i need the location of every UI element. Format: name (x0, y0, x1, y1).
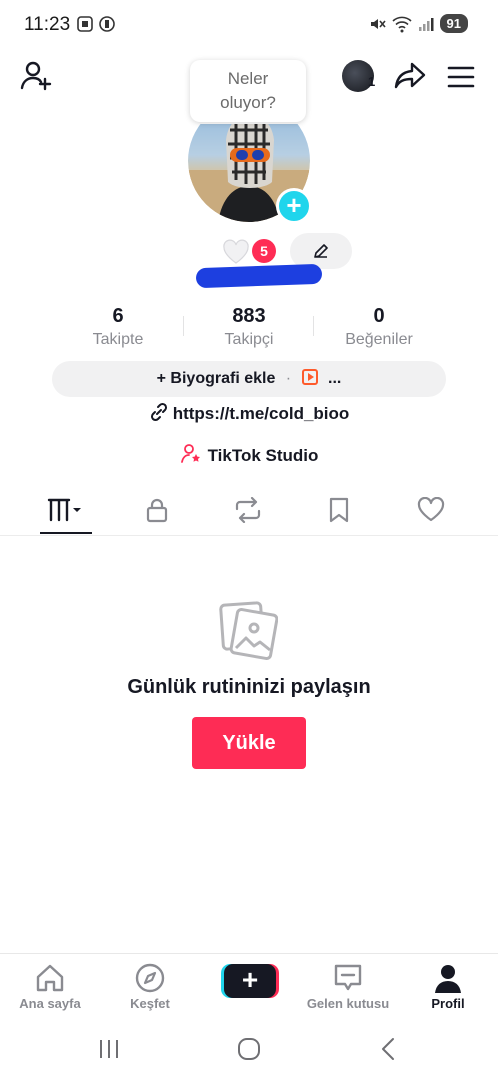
profile-tabs (0, 486, 498, 536)
status-bar: 11:23 91 (0, 0, 498, 50)
add-bio-label: + Biyografi ekle (156, 370, 276, 387)
home-icon (36, 964, 64, 992)
nav-discover-label: Keşfet (130, 996, 170, 1011)
status-left-icons (76, 15, 116, 33)
status-time: 11:23 (24, 14, 71, 35)
stat-divider (183, 316, 184, 336)
stat-following-value: 6 (112, 305, 124, 327)
create-button[interactable]: + (221, 964, 279, 998)
tab-reposts[interactable] (203, 486, 293, 534)
system-navigation (0, 1023, 498, 1080)
stat-following[interactable]: 6 Takipte (58, 302, 178, 350)
home-button-icon[interactable] (236, 1037, 262, 1061)
add-bio-button[interactable]: + Biyografi ekle · ... (52, 361, 446, 397)
lock-icon (146, 498, 168, 523)
upload-button[interactable]: Yükle (192, 717, 306, 769)
profile-stats: 6 Takipte 883 Takipçi 0 Beğeniler (0, 302, 498, 352)
bio-separator: · (285, 370, 292, 387)
video-play-icon (301, 369, 318, 385)
stat-followers[interactable]: 883 Takipçi (189, 302, 309, 350)
repost-icon (235, 497, 261, 523)
bubble-line-1: Neler (227, 69, 269, 88)
empty-state-title: Günlük rutininizi paylaşın (127, 676, 371, 698)
nav-profile-label: Profil (431, 996, 465, 1011)
tab-private[interactable] (112, 486, 202, 534)
screenshot-icon (77, 16, 93, 32)
share-icon[interactable] (392, 58, 428, 94)
status-right: 91 (368, 14, 468, 33)
bottom-nav: Ana sayfa Keşfet + Gelen kutusu Profil (0, 953, 498, 1023)
link-icon (150, 402, 167, 422)
heart-badge-icon[interactable] (222, 239, 250, 265)
photo-placeholder-icon (219, 601, 278, 661)
bio-more: ... (328, 370, 342, 387)
back-icon[interactable] (376, 1037, 402, 1061)
menu-icon[interactable] (444, 60, 478, 94)
stat-following-label: Takipte (92, 331, 144, 348)
wifi-icon (391, 16, 412, 32)
sim-icon (99, 16, 115, 32)
nav-discover[interactable]: Keşfet (100, 954, 200, 1024)
mute-icon (370, 18, 386, 29)
stat-likes-label: Beğeniler (345, 331, 413, 348)
tiktok-studio-label: TikTok Studio (207, 446, 319, 465)
pencil-icon (314, 244, 328, 258)
stat-followers-value: 883 (232, 305, 266, 327)
stat-divider (313, 316, 314, 336)
battery-level: 91 (439, 14, 468, 33)
recent-apps-icon[interactable] (96, 1037, 122, 1061)
bubble-line-2: oluyor? (220, 93, 276, 112)
tab-liked[interactable] (386, 486, 476, 534)
nav-home-label: Ana sayfa (19, 996, 81, 1011)
stat-likes[interactable]: 0 Beğeniler (319, 302, 439, 350)
stat-likes-value: 0 (373, 305, 385, 327)
profile-link[interactable]: https://t.me/cold_bioo (0, 401, 498, 427)
plus-icon: + (224, 964, 276, 998)
heart-icon (417, 497, 445, 522)
profile-link-text: https://t.me/cold_bioo (172, 404, 350, 423)
nav-inbox[interactable]: Gelen kutusu (298, 954, 398, 1024)
signal-icon (418, 17, 434, 31)
nav-profile[interactable]: Profil (398, 954, 498, 1024)
videos-grid-icon (47, 498, 81, 522)
inbox-icon (334, 964, 362, 991)
bookmark-icon (329, 497, 349, 523)
tiktok-studio-link[interactable]: TikTok Studio (0, 443, 498, 469)
stat-followers-label: Takipçi (224, 331, 274, 348)
nav-inbox-label: Gelen kutusu (306, 996, 390, 1011)
active-tab-indicator (40, 532, 92, 534)
whats-happening-bubble[interactable]: Neler oluyor? (190, 60, 306, 122)
heart-notification-count: 5 (252, 239, 276, 263)
tab-favorites[interactable] (294, 486, 384, 534)
redacted-username (195, 263, 323, 289)
tab-videos[interactable] (22, 486, 112, 534)
studio-user-icon (180, 444, 200, 463)
account-count: 1 (368, 74, 376, 89)
compass-icon (135, 963, 165, 993)
add-friend-icon[interactable] (18, 58, 54, 94)
nav-home[interactable]: Ana sayfa (0, 954, 100, 1024)
add-story-button[interactable]: + (276, 188, 312, 224)
profile-icon (435, 965, 461, 993)
